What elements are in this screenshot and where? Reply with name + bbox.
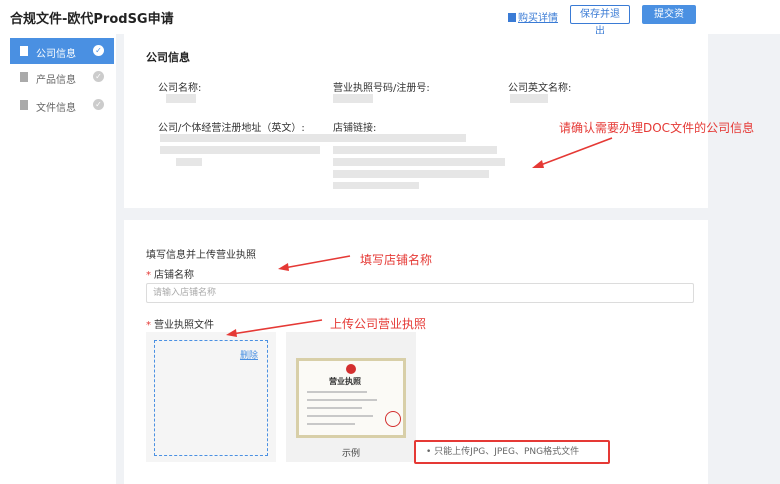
upload-format-note-text: 只能上传JPG、JPEG、PNG格式文件 — [434, 447, 580, 457]
registered-address-label: 公司/个体经营注册地址（英文）: — [158, 123, 305, 134]
purchase-details-label: 购买详情 — [518, 13, 558, 24]
redacted-store-link — [333, 158, 505, 166]
redacted-english-name — [510, 94, 548, 103]
sidebar-item-file-info[interactable]: 文件信息 ✓ — [10, 92, 114, 118]
redacted-address — [160, 146, 320, 154]
license-upload-area[interactable]: 删除 — [146, 332, 276, 462]
page-header: 合规文件-欧代ProdSG申请 购买详情 保存并退出 提交资料 — [0, 0, 780, 37]
annotation-upload-license: 上传公司营业执照 — [330, 317, 427, 331]
sample-certificate: 营业执照 — [296, 358, 406, 438]
purchase-details-link[interactable]: 购买详情 — [508, 9, 558, 24]
store-name-input[interactable] — [146, 283, 694, 303]
store-link-label: 店铺链接: — [333, 123, 377, 134]
required-asterisk: * — [146, 320, 151, 331]
form-section-title: 填写信息并上传营业执照 — [146, 250, 256, 261]
store-name-label-text: 店铺名称 — [154, 270, 194, 281]
redacted-company-name — [166, 94, 196, 103]
redacted-store-link — [333, 182, 419, 189]
cert-text-line — [307, 415, 373, 417]
check-circle-icon: ✓ — [93, 45, 104, 56]
redacted-store-link — [326, 134, 466, 142]
sidebar-item-label: 产品信息 — [36, 75, 76, 86]
file-icon — [20, 100, 28, 110]
sample-caption: 示例 — [341, 449, 360, 459]
redacted-store-link — [333, 170, 489, 178]
delete-link[interactable]: 删除 — [240, 348, 258, 361]
company-name-label: 公司名称: — [158, 83, 202, 94]
cert-text-line — [307, 423, 355, 425]
check-circle-icon: ✓ — [93, 71, 104, 82]
license-file-label-text: 营业执照文件 — [154, 320, 214, 331]
box-icon — [20, 72, 28, 82]
redacted-license-number — [333, 94, 373, 103]
sidebar-item-company-info[interactable]: 公司信息 ✓ — [10, 38, 114, 64]
license-number-label: 营业执照号码/注册号: — [333, 83, 430, 94]
sidebar-item-label: 文件信息 — [36, 103, 76, 114]
store-name-field-label: * 店铺名称 — [146, 266, 194, 281]
cert-text-line — [307, 399, 377, 401]
sidebar: 公司信息 ✓ 产品信息 ✓ 文件信息 ✓ — [0, 34, 116, 484]
redacted-address — [176, 158, 202, 166]
redacted-store-link — [333, 146, 497, 154]
page-title: 合规文件-欧代ProdSG申请 — [10, 12, 174, 27]
submit-button[interactable]: 提交资料 — [642, 5, 696, 37]
sidebar-item-product-info[interactable]: 产品信息 ✓ — [10, 64, 114, 90]
sidebar-item-label: 公司信息 — [36, 49, 76, 60]
annotation-confirm-company: 请确认需要办理DOC文件的公司信息 — [559, 121, 755, 135]
required-asterisk: * — [146, 270, 151, 281]
document-icon — [508, 13, 516, 22]
license-file-field-label: * 营业执照文件 — [146, 316, 214, 331]
sample-license-image: 营业执照 示例 — [286, 332, 416, 462]
company-info-title: 公司信息 — [146, 51, 190, 64]
national-emblem-icon — [346, 364, 356, 374]
save-and-exit-button[interactable]: 保存并退出 — [570, 5, 630, 37]
red-seal-icon — [385, 411, 401, 427]
redacted-address — [160, 134, 326, 142]
document-icon — [20, 46, 28, 56]
annotation-fill-store: 填写店铺名称 — [360, 253, 433, 267]
upload-format-note: • 只能上传JPG、JPEG、PNG格式文件 — [414, 440, 610, 464]
cert-text-line — [307, 391, 367, 393]
cert-text-line — [307, 407, 362, 409]
certificate-title: 营业执照 — [329, 377, 361, 386]
check-circle-icon: ✓ — [93, 99, 104, 110]
english-name-label: 公司英文名称: — [508, 83, 572, 94]
